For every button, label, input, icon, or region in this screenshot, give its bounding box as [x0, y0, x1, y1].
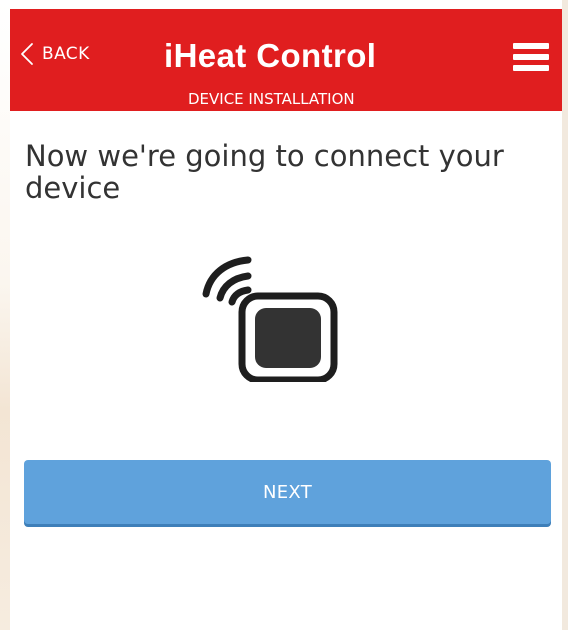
hamburger-menu-icon[interactable]	[513, 43, 549, 71]
next-button[interactable]: NEXT	[24, 460, 551, 524]
menu-bar	[513, 65, 549, 71]
back-button[interactable]: BACK	[20, 42, 90, 66]
chevron-left-icon	[21, 43, 33, 65]
left-edge-background	[0, 0, 10, 630]
menu-bar	[513, 54, 549, 60]
wireless-thermostat-icon	[202, 256, 338, 382]
app-title: iHeat Control	[164, 37, 377, 74]
back-label: BACK	[42, 44, 90, 64]
page-subtitle: DEVICE INSTALLATION	[188, 90, 355, 108]
page-heading: Now we're going to connect your device	[25, 139, 504, 205]
right-edge-background	[562, 0, 568, 630]
menu-bar	[513, 43, 549, 49]
app-header: BACK iHeat Control DEVICE INSTALLATION	[10, 9, 562, 111]
